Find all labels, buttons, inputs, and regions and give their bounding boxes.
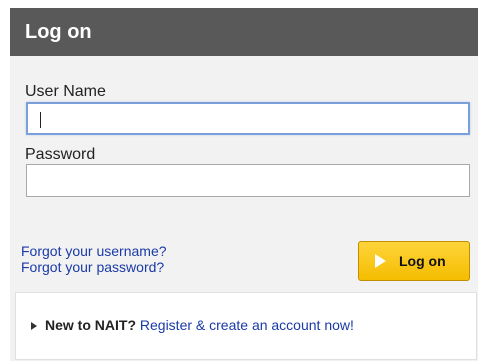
password-label: Password xyxy=(25,146,96,163)
register-link[interactable]: Register & create an account now! xyxy=(140,317,354,333)
page-title: Log on xyxy=(25,21,92,43)
help-links: Forgot your username? Forgot your passwo… xyxy=(21,243,167,275)
triangle-bullet-icon xyxy=(31,322,37,330)
logon-header: Log on xyxy=(10,8,478,56)
username-input[interactable] xyxy=(26,102,470,135)
logon-button-label: Log on xyxy=(399,253,446,269)
text-caret xyxy=(40,112,41,128)
new-user-text: New to NAIT? Register & create an accoun… xyxy=(45,317,354,333)
username-label: User Name xyxy=(25,83,106,100)
logon-panel: Log on User Name Password Forgot your us… xyxy=(10,8,478,361)
forgot-password-link[interactable]: Forgot your password? xyxy=(21,259,167,275)
logon-button[interactable]: Log on xyxy=(358,241,470,281)
new-user-prompt: New to NAIT? xyxy=(45,317,136,333)
forgot-username-link[interactable]: Forgot your username? xyxy=(21,243,167,259)
play-triangle-icon xyxy=(375,254,386,268)
password-input[interactable] xyxy=(26,164,470,197)
new-user-box: New to NAIT? Register & create an accoun… xyxy=(15,292,477,360)
